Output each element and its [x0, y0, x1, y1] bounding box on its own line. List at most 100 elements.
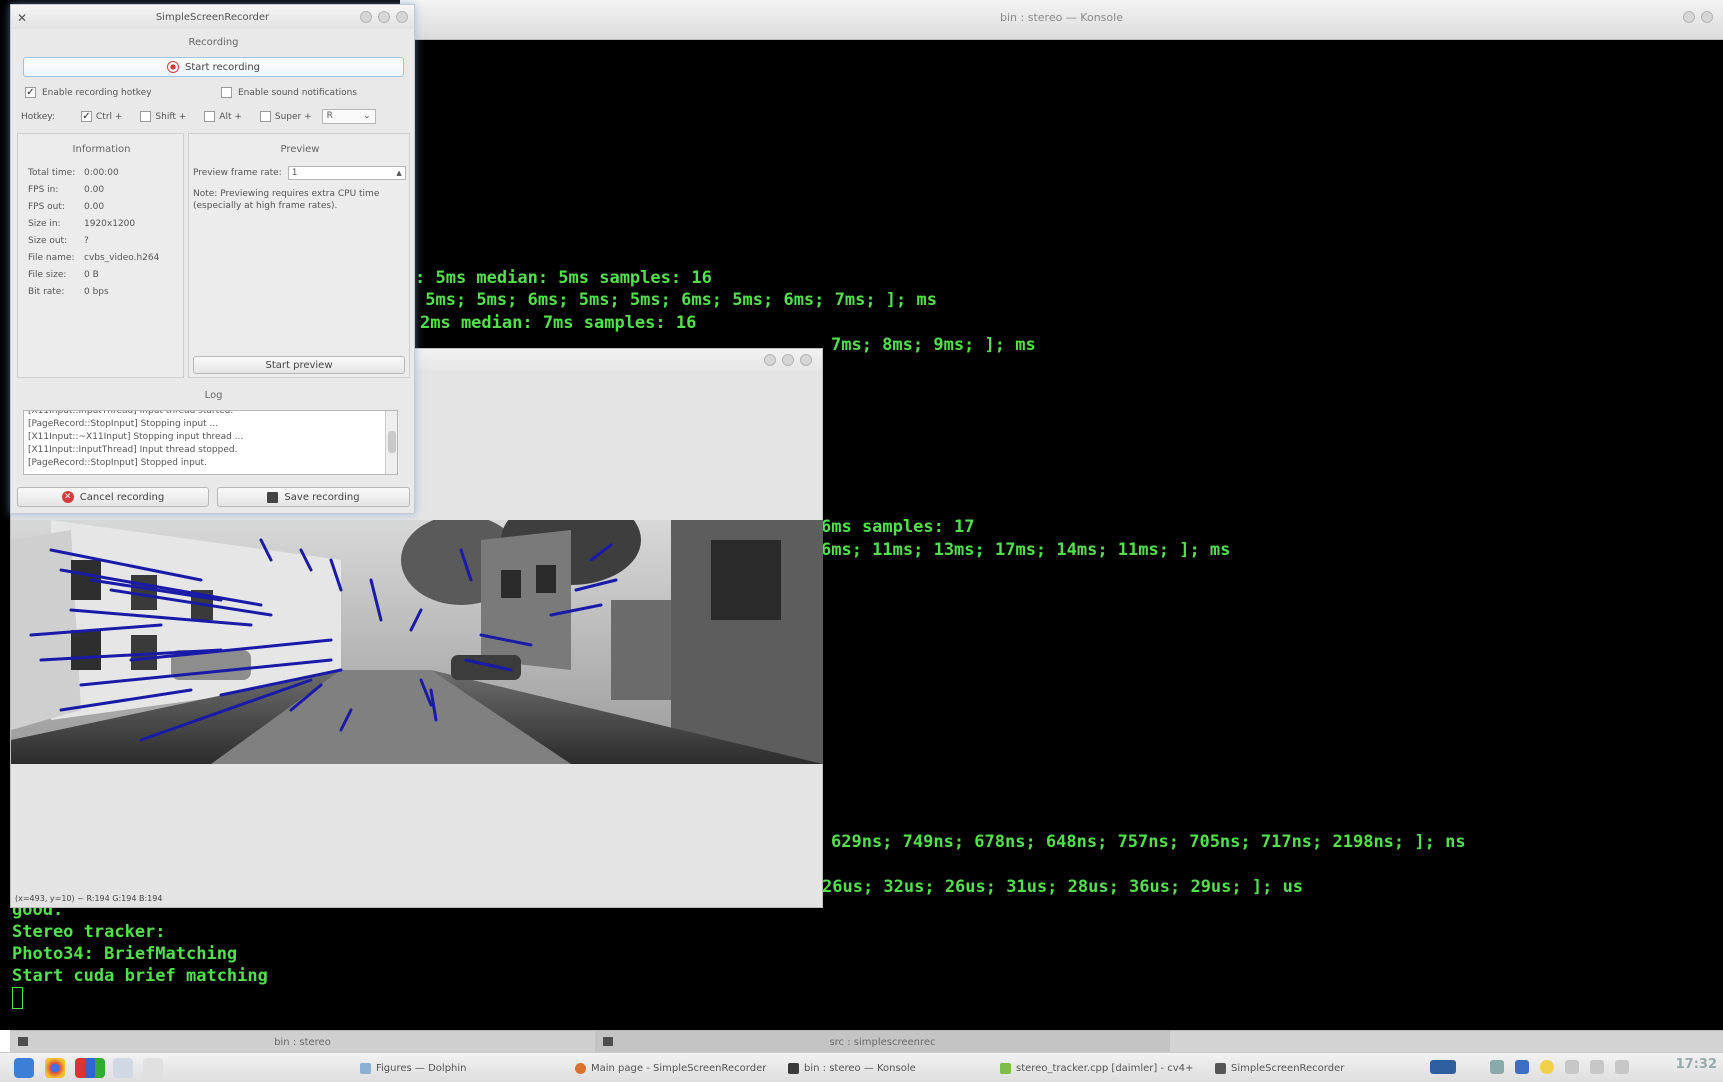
- code-editor-icon: [1000, 1062, 1011, 1074]
- info-fps-out: FPS out: 0.00: [28, 202, 105, 212]
- section-preview: Preview: [280, 144, 320, 155]
- text-editor-icon[interactable]: [113, 1058, 133, 1078]
- log-textarea[interactable]: [X11Input::InputThread] Input thread sta…: [23, 410, 398, 475]
- task-kdevelop[interactable]: stereo_tracker.cpp [daimler] - cv4+: [1000, 1058, 1205, 1078]
- ssr-icon: [1215, 1062, 1226, 1074]
- taskbar: Figures — Dolphin Main page - SimpleScre…: [0, 1052, 1723, 1082]
- pixel-readout: (x=493, y=10) ~ R:194 G:194 B:194: [15, 894, 163, 903]
- konsole-tab-bar: bin : stereo src : simplescreenrec: [10, 1030, 1723, 1053]
- notification-icon[interactable]: [1540, 1060, 1554, 1074]
- ssr-launcher-icon[interactable]: [143, 1058, 163, 1078]
- pager-icon[interactable]: [1430, 1060, 1456, 1074]
- hotkey-key-select[interactable]: R ⌄: [321, 109, 376, 124]
- close-icon[interactable]: [396, 11, 408, 23]
- preview-rate-label: Preview frame rate:: [193, 168, 282, 178]
- terminal-line: Start cuda brief matching: [12, 966, 268, 986]
- enable-hotkey-row[interactable]: ✓ Enable recording hotkey: [25, 87, 152, 98]
- record-icon: [166, 61, 179, 73]
- konsole-titlebar[interactable]: bin : stereo — Konsole: [400, 0, 1723, 40]
- network-icon[interactable]: [1490, 1060, 1504, 1074]
- preview-group: Preview Preview frame rate: 1 ▲ Note: Pr…: [188, 133, 410, 378]
- enable-sound-label: Enable sound notifications: [238, 87, 357, 98]
- terminal-line: Photo34: BriefMatching: [12, 944, 238, 964]
- volume-icon[interactable]: [1590, 1060, 1604, 1074]
- task-konsole[interactable]: bin : stereo — Konsole: [788, 1058, 988, 1078]
- ssr-titlebar[interactable]: ✕ SimpleScreenRecorder: [11, 5, 414, 29]
- cancel-recording-label: Cancel recording: [79, 491, 165, 503]
- minimize-icon[interactable]: [1683, 11, 1695, 23]
- info-file-name: File name: cvbs_video.h264: [28, 253, 160, 263]
- start-preview-button[interactable]: Start preview: [193, 356, 405, 374]
- help-icon[interactable]: [360, 11, 372, 23]
- activities-icon[interactable]: [75, 1058, 105, 1078]
- section-information: Information: [72, 144, 131, 155]
- chevron-down-icon: ⌄: [363, 111, 371, 121]
- preview-rate-row: Preview frame rate: 1 ▲: [193, 166, 406, 180]
- enable-sound-row[interactable]: Enable sound notifications: [221, 87, 357, 98]
- chrome-icon[interactable]: [45, 1058, 65, 1078]
- section-recording: Recording: [188, 37, 239, 48]
- terminal-line: 629ns; 749ns; 678ns; 648ns; 757ns; 705ns…: [831, 832, 1466, 852]
- cancel-recording-button[interactable]: ✕ Cancel recording: [17, 487, 209, 507]
- battery-icon[interactable]: [1565, 1060, 1579, 1074]
- section-log: Log: [204, 390, 223, 401]
- start-preview-label: Start preview: [265, 359, 333, 371]
- preview-rate-spinbox[interactable]: 1 ▲: [287, 166, 406, 180]
- alt-label: Alt +: [219, 111, 242, 122]
- log-line: [X11Input::InputThread] Input thread sto…: [28, 445, 238, 455]
- konsole-title: bin : stereo — Konsole: [1000, 11, 1123, 24]
- start-recording-label: Start recording: [184, 61, 260, 73]
- display-icon[interactable]: [1615, 1060, 1629, 1074]
- enable-sound-checkbox[interactable]: [221, 87, 232, 98]
- info-total-time: Total time: 0:00:00: [28, 168, 119, 178]
- tab-label: bin : stereo: [274, 1036, 331, 1048]
- task-ssr-main-page[interactable]: Main page - SimpleScreenRecorder: [575, 1058, 775, 1078]
- hotkey-row: Hotkey: ✓ Ctrl + Shift + Alt + Super + R…: [21, 109, 376, 124]
- terminal-icon: [788, 1062, 799, 1074]
- info-fps-in: FPS in: 0.00: [28, 185, 105, 195]
- terminal-line: 7ms; 8ms; 9ms; ]; ms: [831, 335, 1036, 355]
- clock[interactable]: 17:32: [1676, 1057, 1717, 1072]
- chrome-icon: [575, 1062, 586, 1074]
- info-bit-rate: Bit rate: 0 bps: [28, 287, 109, 297]
- information-group: Information Total time: 0:00:00 FPS in: 0.…: [17, 133, 184, 378]
- terminal-line: : 5ms median: 5ms samples: 16: [415, 268, 712, 288]
- ctrl-checkbox[interactable]: ✓: [81, 111, 92, 122]
- dolphin-icon: [360, 1062, 371, 1074]
- task-label: SimpleScreenRecorder: [1231, 1062, 1345, 1074]
- task-dolphin[interactable]: Figures — Dolphin: [360, 1058, 560, 1078]
- enable-hotkey-label: Enable recording hotkey: [42, 87, 152, 98]
- log-scrollbar[interactable]: [385, 411, 397, 474]
- clipboard-icon[interactable]: [1515, 1060, 1529, 1074]
- super-checkbox[interactable]: [259, 111, 271, 122]
- hotkey-label: Hotkey:: [21, 111, 55, 122]
- simplescreenrecorder-window: ✕ SimpleScreenRecorder Recording Start r…: [10, 4, 415, 514]
- minimize-icon[interactable]: [764, 354, 776, 366]
- tab-label: src : simplescreenrec: [829, 1036, 936, 1048]
- alt-checkbox[interactable]: [204, 111, 216, 122]
- maximize-icon[interactable]: [782, 354, 794, 366]
- shift-checkbox[interactable]: [140, 111, 152, 122]
- enable-hotkey-checkbox[interactable]: ✓: [25, 87, 36, 98]
- tab-src-simplescreenrec[interactable]: src : simplescreenrec: [595, 1031, 1170, 1053]
- kde-menu-icon[interactable]: [14, 1058, 34, 1078]
- task-simplescreenrecorder[interactable]: SimpleScreenRecorder: [1215, 1058, 1375, 1078]
- tab-bin-stereo[interactable]: bin : stereo: [10, 1031, 595, 1053]
- start-recording-button[interactable]: Start recording: [23, 57, 404, 77]
- minimize-icon[interactable]: [378, 11, 390, 23]
- log-line: [X11Input::~X11Input] Stopping input thr…: [28, 432, 244, 442]
- info-size-out: Size out:?: [28, 236, 89, 246]
- terminal-line: 6ms samples: 17: [821, 517, 975, 537]
- spin-arrows-icon[interactable]: ▲: [396, 167, 404, 179]
- stereo-tracking-image: [11, 520, 823, 764]
- close-icon[interactable]: [800, 354, 812, 366]
- scrollbar-thumb[interactable]: [388, 431, 396, 453]
- save-recording-label: Save recording: [284, 491, 360, 503]
- maximize-icon[interactable]: [1701, 11, 1713, 23]
- save-recording-button[interactable]: Save recording: [217, 487, 410, 507]
- ssr-title: SimpleScreenRecorder: [155, 12, 270, 23]
- task-label: bin : stereo — Konsole: [804, 1062, 916, 1074]
- cancel-icon: ✕: [61, 491, 74, 503]
- preview-note: Note: Previewing requires extra CPU time…: [193, 189, 380, 211]
- hotkey-key-value: R: [326, 111, 333, 121]
